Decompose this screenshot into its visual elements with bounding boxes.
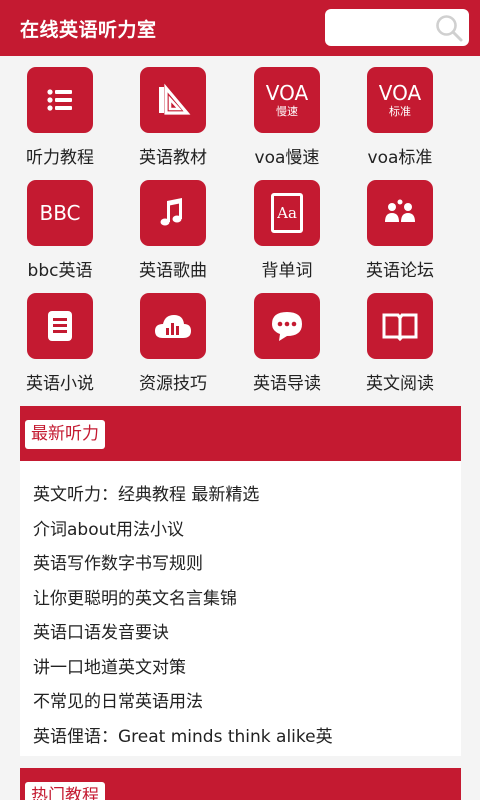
category-yingyuxiaoshuo[interactable]: 英语小说 xyxy=(0,282,120,395)
category-yingyudaodu[interactable]: 英语导读 xyxy=(227,282,347,395)
popular-panel: 热门教程 xyxy=(20,768,461,800)
category-yingwenyuedu[interactable]: 英文阅读 xyxy=(340,282,460,395)
dictionary-text: Aa xyxy=(271,193,303,233)
bbc-text: BBC xyxy=(39,201,81,225)
category-label: 英语歌曲 xyxy=(139,261,207,281)
search-input[interactable] xyxy=(333,15,429,40)
category-label: 背单词 xyxy=(261,261,313,281)
chat-bubble-icon xyxy=(254,293,320,359)
voa-sub-text: 标准 xyxy=(389,105,411,118)
list-item[interactable]: 英语写作数字书写规则 xyxy=(20,547,461,582)
document-icon xyxy=(27,293,93,359)
voa-text: VOA xyxy=(265,81,309,105)
category-label: 听力教程 xyxy=(26,148,94,168)
music-note-icon xyxy=(140,180,206,246)
voa-slow-icon: VOA 慢速 xyxy=(254,67,320,133)
search-icon[interactable] xyxy=(434,13,464,43)
list-item[interactable]: 讲一口地道英文对策 xyxy=(20,651,461,686)
bbc-icon: BBC xyxy=(27,180,93,246)
category-tinglijiaocheng[interactable]: 听力教程 xyxy=(0,56,120,169)
triangle-ruler-icon xyxy=(140,67,206,133)
list-item[interactable]: 英语口语发音要诀 xyxy=(20,616,461,651)
list-item[interactable]: 不常见的日常英语用法 xyxy=(20,685,461,720)
category-voa-standard[interactable]: VOA 标准 voa标准 xyxy=(340,56,460,169)
voa-text: VOA xyxy=(378,81,422,105)
category-yingyujiaocai[interactable]: 英语教材 xyxy=(113,56,233,169)
category-yingyuluntan[interactable]: 英语论坛 xyxy=(340,169,460,282)
list-item[interactable]: 介词about用法小议 xyxy=(20,513,461,548)
category-grid: 听力教程 英语教材 VOA 慢速 voa慢速 VOA 标准 voa标准 BBC bb… xyxy=(0,56,480,396)
category-label: 英语论坛 xyxy=(366,261,434,281)
list-item[interactable]: 让你更聪明的英文名言集锦 xyxy=(20,582,461,617)
category-label: bbc英语 xyxy=(27,261,93,281)
category-yingyugequ[interactable]: 英语歌曲 xyxy=(113,169,233,282)
category-label: 英语导读 xyxy=(253,374,321,394)
latest-list: 英文听力：经典教程 最新精选 介词about用法小议 英语写作数字书写规则 让你… xyxy=(20,478,461,754)
category-voa-slow[interactable]: VOA 慢速 voa慢速 xyxy=(227,56,347,169)
latest-title[interactable]: 最新听力 xyxy=(25,420,105,449)
app-header: 在线英语听力室 xyxy=(0,0,480,56)
popular-panel-header: 热门教程 xyxy=(20,768,461,800)
category-ziyuanjiqiao[interactable]: 资源技巧 xyxy=(113,282,233,395)
open-book-icon xyxy=(367,293,433,359)
category-label: 英语小说 xyxy=(26,374,94,394)
category-label: voa慢速 xyxy=(254,148,320,168)
category-label: 英语教材 xyxy=(139,148,207,168)
app-title: 在线英语听力室 xyxy=(20,19,157,41)
cloud-chart-icon xyxy=(140,293,206,359)
category-label: voa标准 xyxy=(367,148,433,168)
popular-title[interactable]: 热门教程 xyxy=(25,782,105,800)
category-beidanci[interactable]: Aa 背单词 xyxy=(227,169,347,282)
category-bbc[interactable]: BBC bbc英语 xyxy=(0,169,120,282)
latest-panel: 最新听力 英文听力：经典教程 最新精选 介词about用法小议 英语写作数字书写… xyxy=(20,406,461,756)
dictionary-icon: Aa xyxy=(254,180,320,246)
list-item[interactable]: 英文听力：经典教程 最新精选 xyxy=(20,478,461,513)
community-icon xyxy=(367,180,433,246)
category-label: 资源技巧 xyxy=(139,374,207,394)
search-box[interactable] xyxy=(325,9,469,46)
list-icon xyxy=(27,67,93,133)
latest-panel-header: 最新听力 xyxy=(20,406,461,461)
voa-sub-text: 慢速 xyxy=(276,105,298,118)
voa-standard-icon: VOA 标准 xyxy=(367,67,433,133)
list-item[interactable]: 英语俚语：Great minds think alike英 xyxy=(20,720,461,755)
category-label: 英文阅读 xyxy=(366,374,434,394)
